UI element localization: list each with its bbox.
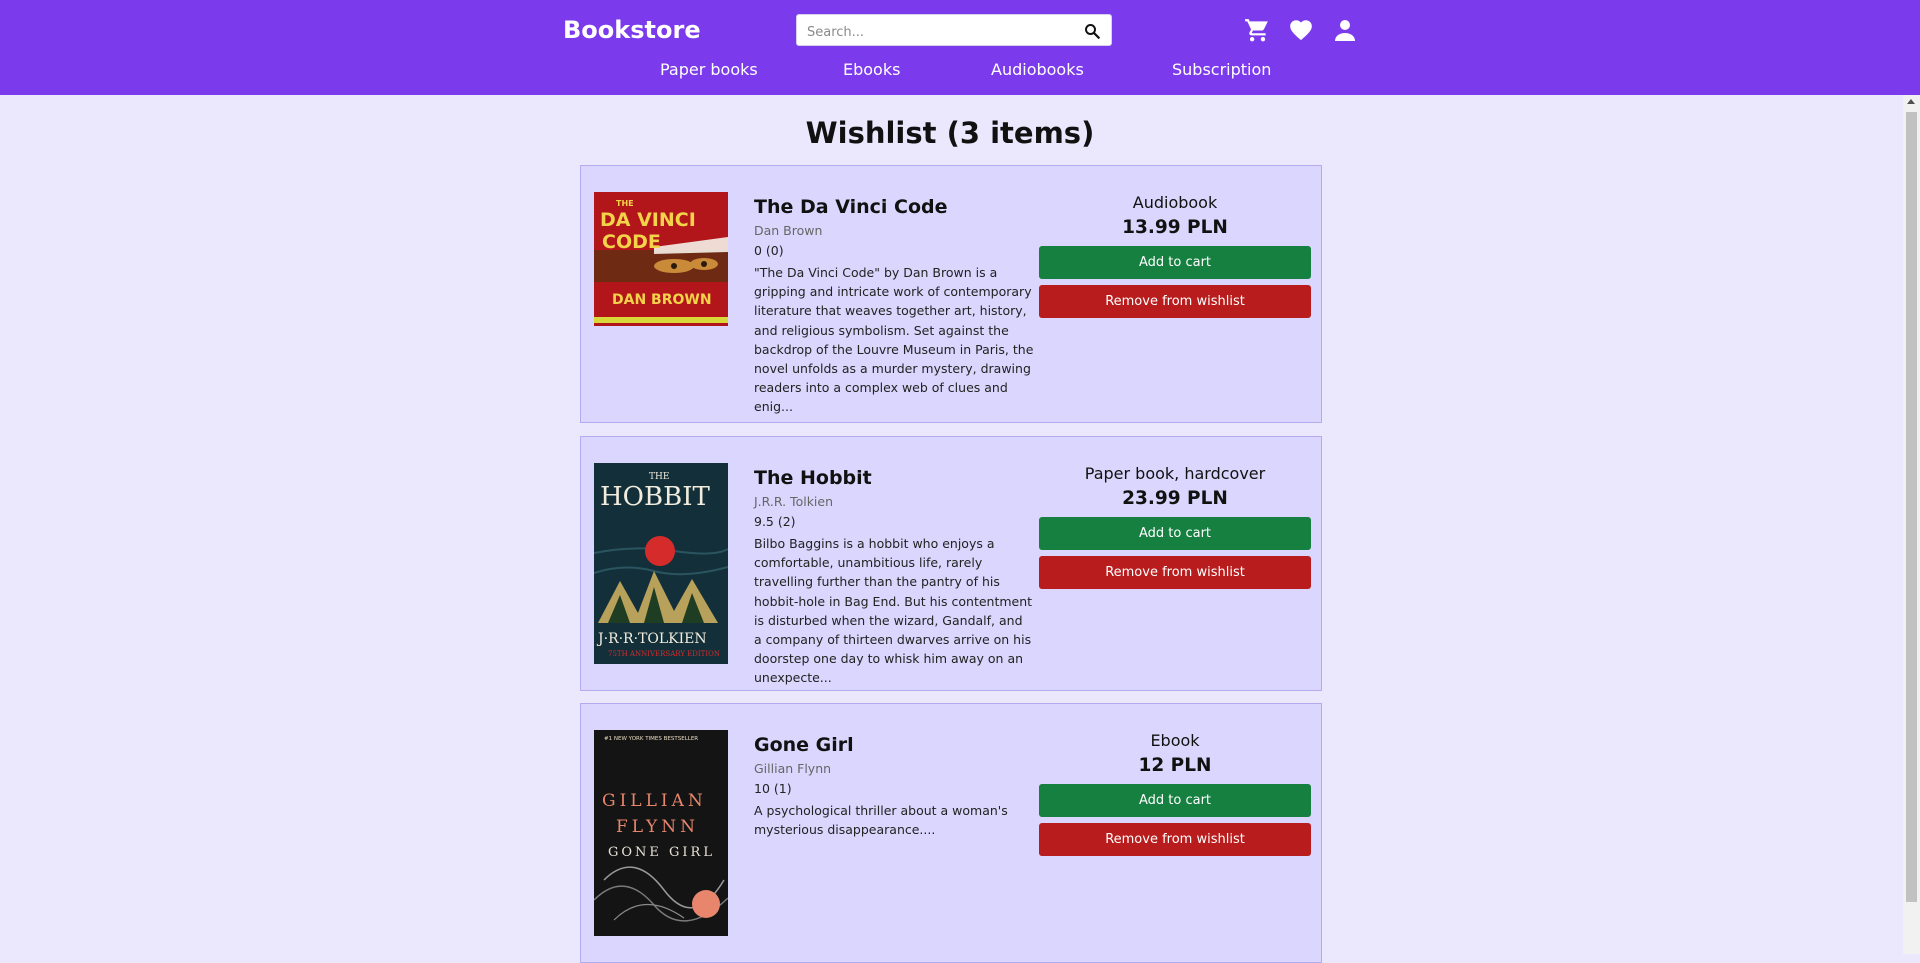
- book-format: Audiobook: [1132, 193, 1218, 212]
- search-icon[interactable]: [1083, 22, 1101, 40]
- remove-from-wishlist-button[interactable]: Remove from wishlist: [1039, 823, 1311, 856]
- cover-text: 75TH ANNIVERSARY EDITION: [608, 650, 720, 658]
- cover-text: HOBBIT: [600, 482, 710, 512]
- cover-text: J·R·R·TOLKIEN: [596, 631, 707, 647]
- book-rating: 0 (0): [754, 243, 784, 258]
- book-author: Dan Brown: [754, 223, 823, 238]
- book-title[interactable]: The Da Vinci Code: [754, 194, 1034, 220]
- nav-audiobooks[interactable]: Audiobooks: [991, 60, 1084, 79]
- wishlist-item: THE HOBBIT J·R·R·TOLKIEN 75TH ANNIVERSAR…: [580, 436, 1322, 691]
- book-author: J.R.R. Tolkien: [754, 494, 834, 509]
- book-price: 13.99 PLN: [1122, 217, 1228, 238]
- heart-icon[interactable]: [1286, 15, 1316, 45]
- book-author: Gillian Flynn: [754, 761, 832, 776]
- nav-subscription[interactable]: Subscription: [1172, 60, 1271, 79]
- add-to-cart-button[interactable]: Add to cart: [1039, 246, 1311, 279]
- book-description: "The Da Vinci Code" by Dan Brown is a gr…: [754, 265, 1034, 415]
- book-cover[interactable]: THE HOBBIT J·R·R·TOLKIEN 75TH ANNIVERSAR…: [593, 463, 729, 668]
- book-price: 23.99 PLN: [1122, 488, 1228, 509]
- book-description: Bilbo Baggins is a hobbit who enjoys a c…: [754, 536, 1033, 686]
- cover-text: THE: [649, 472, 669, 482]
- search-box[interactable]: [796, 14, 1112, 46]
- cart-icon[interactable]: [1242, 15, 1272, 45]
- scrollbar-thumb[interactable]: [1906, 112, 1917, 902]
- book-rating: 10 (1): [754, 781, 792, 796]
- cover-text: DAN BROWN: [612, 292, 712, 308]
- book-format: Paper book, hardcover: [1084, 464, 1266, 483]
- cover-text: GONE GIRL: [608, 845, 715, 860]
- cover-text: GILLIAN: [602, 791, 707, 811]
- book-title[interactable]: Gone Girl: [754, 732, 1034, 758]
- brand-logo[interactable]: Bookstore: [563, 16, 701, 44]
- search-input[interactable]: [805, 21, 1069, 43]
- book-cover[interactable]: #1 NEW YORK TIMES BESTSELLER GILLIAN FLY…: [593, 730, 729, 940]
- book-title[interactable]: The Hobbit: [754, 465, 1034, 491]
- add-to-cart-button[interactable]: Add to cart: [1039, 517, 1311, 550]
- cover-text: DA VINCI: [600, 209, 696, 231]
- page-scrollbar[interactable]: [1903, 95, 1920, 954]
- nav-ebooks[interactable]: Ebooks: [843, 60, 900, 79]
- scroll-up-arrow-icon[interactable]: [1907, 99, 1915, 104]
- page-title: Wishlist (3 items): [805, 116, 1095, 150]
- top-navigation-bar: Bookstore Paper books Ebooks Audiobooks …: [0, 0, 1920, 95]
- cover-text: FLYNN: [616, 817, 699, 837]
- category-nav: Paper books Ebooks Audiobooks Subscripti…: [0, 60, 1920, 84]
- book-price: 12 PLN: [1138, 755, 1212, 776]
- book-format: Ebook: [1150, 731, 1200, 750]
- book-description: A psychological thriller about a woman's…: [754, 803, 1008, 838]
- book-rating: 9.5 (2): [754, 514, 796, 529]
- wishlist-item: #1 NEW YORK TIMES BESTSELLER GILLIAN FLY…: [580, 703, 1322, 963]
- cover-text: CODE: [602, 231, 661, 253]
- wishlist-item: THE DA VINCI CODE DAN BROWN The Da Vinci…: [580, 165, 1322, 423]
- remove-from-wishlist-button[interactable]: Remove from wishlist: [1039, 285, 1311, 318]
- cover-text: #1 NEW YORK TIMES BESTSELLER: [604, 736, 698, 742]
- user-icon[interactable]: [1330, 15, 1360, 45]
- nav-paper-books[interactable]: Paper books: [660, 60, 758, 79]
- book-cover[interactable]: THE DA VINCI CODE DAN BROWN: [594, 192, 728, 330]
- cover-text: THE: [616, 199, 634, 208]
- remove-from-wishlist-button[interactable]: Remove from wishlist: [1039, 556, 1311, 589]
- add-to-cart-button[interactable]: Add to cart: [1039, 784, 1311, 817]
